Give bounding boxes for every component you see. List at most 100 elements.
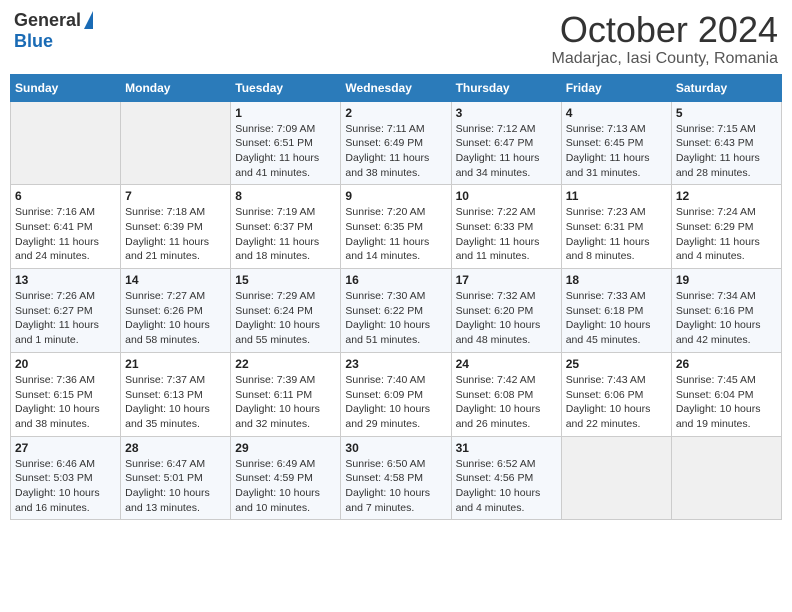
day-number: 11: [566, 189, 667, 203]
calendar-cell: 3 Sunrise: 7:12 AM Sunset: 6:47 PM Daylig…: [451, 101, 561, 185]
title-block: October 2024 Madarjac, Iasi County, Roma…: [552, 10, 778, 68]
day-detail: Sunrise: 7:34 AM Sunset: 6:16 PM Dayligh…: [676, 289, 777, 348]
calendar-cell: 14Sunrise: 7:27 AM Sunset: 6:26 PM Dayli…: [121, 269, 231, 353]
day-number: 13: [15, 273, 116, 287]
calendar-cell: [121, 101, 231, 185]
day-detail: Sunrise: 7:12 AM Sunset: 6:47 PM Dayligh…: [456, 122, 557, 181]
calendar-week-1: 1Sunrise: 7:09 AM Sunset: 6:51 PM Daylig…: [11, 101, 782, 185]
calendar-cell: [671, 436, 781, 520]
weekday-header-saturday: Saturday: [671, 74, 781, 101]
day-detail: Sunrise: 7:37 AM Sunset: 6:13 PM Dayligh…: [125, 373, 226, 432]
day-detail: Sunrise: 6:50 AM Sunset: 4:58 PM Dayligh…: [345, 457, 446, 516]
day-detail: Sunrise: 7:36 AM Sunset: 6:15 PM Dayligh…: [15, 373, 116, 432]
weekday-header-thursday: Thursday: [451, 74, 561, 101]
calendar-cell: [561, 436, 671, 520]
calendar-cell: 31 Sunrise: 6:52 AM Sunset: 4:56 PM Dayli…: [451, 436, 561, 520]
day-number: 28: [125, 441, 226, 455]
day-detail: Sunrise: 7:20 AM Sunset: 6:35 PM Dayligh…: [345, 205, 446, 264]
header-row: SundayMondayTuesdayWednesdayThursdayFrid…: [11, 74, 782, 101]
calendar-header: SundayMondayTuesdayWednesdayThursdayFrid…: [11, 74, 782, 101]
day-number: 17: [456, 273, 557, 287]
calendar-cell: 9 Sunrise: 7:20 AM Sunset: 6:35 PM Daylig…: [341, 185, 451, 269]
day-number: 30: [345, 441, 446, 455]
day-number: 8: [235, 189, 336, 203]
day-detail: Sunrise: 7:40 AM Sunset: 6:09 PM Dayligh…: [345, 373, 446, 432]
calendar-cell: 28 Sunrise: 6:47 AM Sunset: 5:01 PM Dayli…: [121, 436, 231, 520]
day-number: 12: [676, 189, 777, 203]
day-detail: Sunrise: 7:23 AM Sunset: 6:31 PM Dayligh…: [566, 205, 667, 264]
calendar-title: October 2024: [552, 10, 778, 50]
day-detail: Sunrise: 7:29 AM Sunset: 6:24 PM Dayligh…: [235, 289, 336, 348]
day-number: 6: [15, 189, 116, 203]
calendar-body: 1Sunrise: 7:09 AM Sunset: 6:51 PM Daylig…: [11, 101, 782, 520]
calendar-cell: 29 Sunrise: 6:49 AM Sunset: 4:59 PM Dayli…: [231, 436, 341, 520]
day-detail: Sunrise: 7:19 AM Sunset: 6:37 PM Dayligh…: [235, 205, 336, 264]
day-detail: Sunrise: 6:49 AM Sunset: 4:59 PM Dayligh…: [235, 457, 336, 516]
day-number: 29: [235, 441, 336, 455]
calendar-cell: 15 Sunrise: 7:29 AM Sunset: 6:24 PM Dayli…: [231, 269, 341, 353]
calendar-cell: 30 Sunrise: 6:50 AM Sunset: 4:58 PM Dayli…: [341, 436, 451, 520]
calendar-cell: 6 Sunrise: 7:16 AM Sunset: 6:41 PM Daylig…: [11, 185, 121, 269]
weekday-header-sunday: Sunday: [11, 74, 121, 101]
day-number: 4: [566, 106, 667, 120]
day-number: 21: [125, 357, 226, 371]
day-number: 23: [345, 357, 446, 371]
calendar-cell: 2Sunrise: 7:11 AM Sunset: 6:49 PM Daylig…: [341, 101, 451, 185]
calendar-cell: 10 Sunrise: 7:22 AM Sunset: 6:33 PM Dayli…: [451, 185, 561, 269]
day-detail: Sunrise: 7:45 AM Sunset: 6:04 PM Dayligh…: [676, 373, 777, 432]
logo: General Blue: [14, 10, 93, 52]
day-number: 5: [676, 106, 777, 120]
calendar-week-5: 27Sunrise: 6:46 AM Sunset: 5:03 PM Dayli…: [11, 436, 782, 520]
weekday-header-monday: Monday: [121, 74, 231, 101]
calendar-cell: 5 Sunrise: 7:15 AM Sunset: 6:43 PM Daylig…: [671, 101, 781, 185]
day-number: 7: [125, 189, 226, 203]
calendar-table: SundayMondayTuesdayWednesdayThursdayFrid…: [10, 74, 782, 521]
day-detail: Sunrise: 7:16 AM Sunset: 6:41 PM Dayligh…: [15, 205, 116, 264]
day-detail: Sunrise: 7:26 AM Sunset: 6:27 PM Dayligh…: [15, 289, 116, 348]
day-detail: Sunrise: 7:27 AM Sunset: 6:26 PM Dayligh…: [125, 289, 226, 348]
day-number: 3: [456, 106, 557, 120]
calendar-cell: 27Sunrise: 6:46 AM Sunset: 5:03 PM Dayli…: [11, 436, 121, 520]
day-detail: Sunrise: 7:30 AM Sunset: 6:22 PM Dayligh…: [345, 289, 446, 348]
day-number: 9: [345, 189, 446, 203]
calendar-cell: 4 Sunrise: 7:13 AM Sunset: 6:45 PM Daylig…: [561, 101, 671, 185]
calendar-cell: 18 Sunrise: 7:33 AM Sunset: 6:18 PM Dayli…: [561, 269, 671, 353]
day-detail: Sunrise: 6:46 AM Sunset: 5:03 PM Dayligh…: [15, 457, 116, 516]
calendar-cell: 7Sunrise: 7:18 AM Sunset: 6:39 PM Daylig…: [121, 185, 231, 269]
logo-blue-text: Blue: [14, 31, 53, 52]
calendar-cell: 12Sunrise: 7:24 AM Sunset: 6:29 PM Dayli…: [671, 185, 781, 269]
calendar-cell: 19 Sunrise: 7:34 AM Sunset: 6:16 PM Dayli…: [671, 269, 781, 353]
calendar-week-2: 6 Sunrise: 7:16 AM Sunset: 6:41 PM Daylig…: [11, 185, 782, 269]
logo-general-text: General: [14, 10, 81, 31]
day-detail: Sunrise: 7:33 AM Sunset: 6:18 PM Dayligh…: [566, 289, 667, 348]
day-number: 16: [345, 273, 446, 287]
calendar-cell: 24 Sunrise: 7:42 AM Sunset: 6:08 PM Dayli…: [451, 352, 561, 436]
day-number: 19: [676, 273, 777, 287]
day-detail: Sunrise: 6:47 AM Sunset: 5:01 PM Dayligh…: [125, 457, 226, 516]
weekday-header-wednesday: Wednesday: [341, 74, 451, 101]
page-header: General Blue October 2024 Madarjac, Iasi…: [10, 10, 782, 68]
calendar-cell: 26Sunrise: 7:45 AM Sunset: 6:04 PM Dayli…: [671, 352, 781, 436]
weekday-header-friday: Friday: [561, 74, 671, 101]
calendar-cell: 25 Sunrise: 7:43 AM Sunset: 6:06 PM Dayli…: [561, 352, 671, 436]
day-detail: Sunrise: 7:13 AM Sunset: 6:45 PM Dayligh…: [566, 122, 667, 181]
calendar-cell: 22Sunrise: 7:39 AM Sunset: 6:11 PM Dayli…: [231, 352, 341, 436]
day-number: 24: [456, 357, 557, 371]
day-detail: Sunrise: 7:22 AM Sunset: 6:33 PM Dayligh…: [456, 205, 557, 264]
day-number: 25: [566, 357, 667, 371]
calendar-cell: 8 Sunrise: 7:19 AM Sunset: 6:37 PM Daylig…: [231, 185, 341, 269]
day-detail: Sunrise: 7:42 AM Sunset: 6:08 PM Dayligh…: [456, 373, 557, 432]
day-detail: Sunrise: 6:52 AM Sunset: 4:56 PM Dayligh…: [456, 457, 557, 516]
day-detail: Sunrise: 7:43 AM Sunset: 6:06 PM Dayligh…: [566, 373, 667, 432]
calendar-week-4: 20 Sunrise: 7:36 AM Sunset: 6:15 PM Dayli…: [11, 352, 782, 436]
day-number: 1: [235, 106, 336, 120]
day-number: 15: [235, 273, 336, 287]
calendar-cell: 21 Sunrise: 7:37 AM Sunset: 6:13 PM Dayli…: [121, 352, 231, 436]
day-number: 20: [15, 357, 116, 371]
calendar-cell: 20 Sunrise: 7:36 AM Sunset: 6:15 PM Dayli…: [11, 352, 121, 436]
day-number: 18: [566, 273, 667, 287]
day-number: 31: [456, 441, 557, 455]
day-detail: Sunrise: 7:15 AM Sunset: 6:43 PM Dayligh…: [676, 122, 777, 181]
day-number: 10: [456, 189, 557, 203]
calendar-cell: 16 Sunrise: 7:30 AM Sunset: 6:22 PM Dayli…: [341, 269, 451, 353]
